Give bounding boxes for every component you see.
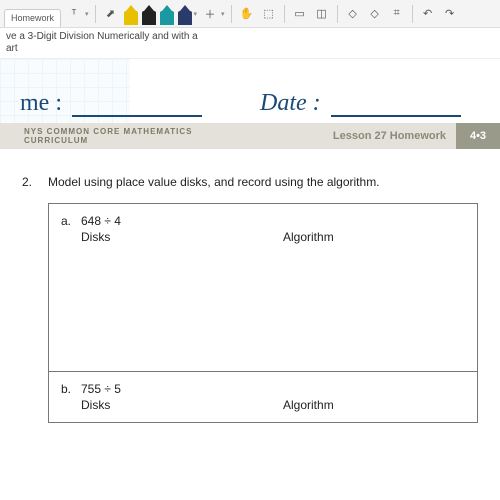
part-expression: 648 ÷ 4 (81, 214, 465, 228)
pen-yellow[interactable] (124, 3, 138, 25)
part-letter: a. (61, 214, 81, 228)
subtitle-line1: ve a 3-Digit Division Numerically and wi… (6, 31, 494, 43)
date-label: Date : (260, 90, 321, 117)
curriculum-badge: 4•3 (456, 123, 500, 149)
name-label: me : (20, 90, 62, 117)
question-text: Model using place value disks, and recor… (48, 175, 478, 189)
question-part-b: b. 755 ÷ 5 Disks Algorithm (49, 372, 477, 422)
chevron-down-icon[interactable]: ▾ (194, 10, 198, 18)
algorithm-label: Algorithm (263, 230, 465, 244)
question-part-a: a. 648 ÷ 4 Disks Algorithm (49, 204, 477, 372)
hand-icon[interactable]: ✋ (238, 5, 256, 23)
date-field: Date : (240, 90, 480, 117)
chevron-down-icon[interactable]: ▾ (221, 10, 225, 18)
part-expression: 755 ÷ 5 (81, 382, 465, 396)
eraser-icon[interactable]: ◇ (366, 5, 384, 23)
name-line (72, 113, 202, 117)
date-line (331, 113, 461, 117)
disks-label: Disks (81, 398, 263, 412)
separator (231, 5, 232, 23)
question-box: a. 648 ÷ 4 Disks Algorithm b. 755 ÷ 5 Di… (48, 203, 478, 423)
pen-teal[interactable] (160, 3, 174, 25)
separator (412, 5, 413, 23)
cursor-icon[interactable]: ⬈ (102, 5, 120, 23)
part-letter: b. (61, 382, 81, 396)
worksheet: 2. Model using place value disks, and re… (0, 149, 500, 423)
app-toolbar: Homework ᵀ ▾ ⬈ ▾ ＋ ▾ ✋ ⬚ ▭ ◫ ◇ ◇ ⌗ ↶ ↷ (0, 0, 500, 28)
redo-icon[interactable]: ↷ (441, 5, 459, 23)
page-icon[interactable]: ▭ (291, 5, 309, 23)
separator (284, 5, 285, 23)
text-tool-icon[interactable]: ᵀ (65, 5, 83, 23)
doc-subtitle: ve a 3-Digit Division Numerically and wi… (0, 28, 500, 59)
header-handwritten: me : Date : (0, 59, 500, 123)
separator (337, 5, 338, 23)
pen-black[interactable] (142, 3, 156, 25)
undo-icon[interactable]: ↶ (419, 5, 437, 23)
pen-navy[interactable] (178, 3, 192, 25)
subtitle-line2: art (6, 43, 494, 55)
name-field: me : (20, 90, 240, 117)
question-row: 2. Model using place value disks, and re… (22, 175, 478, 189)
disks-label: Disks (81, 230, 263, 244)
chevron-down-icon[interactable]: ▾ (85, 10, 89, 18)
shapes-icon[interactable]: ◇ (344, 5, 362, 23)
tab-homework[interactable]: Homework (4, 9, 61, 27)
grid-icon[interactable]: ⌗ (388, 5, 406, 23)
crop-icon[interactable]: ◫ (313, 5, 331, 23)
curriculum-bar: NYS COMMON CORE MATHEMATICS CURRICULUM L… (0, 123, 500, 149)
algorithm-label: Algorithm (263, 398, 465, 412)
add-icon[interactable]: ＋ (201, 5, 219, 23)
select-icon[interactable]: ⬚ (260, 5, 278, 23)
curriculum-left: NYS COMMON CORE MATHEMATICS CURRICULUM (0, 123, 250, 149)
separator (95, 5, 96, 23)
curriculum-lesson: Lesson 27 Homework (250, 123, 456, 149)
question-number: 2. (22, 175, 36, 189)
